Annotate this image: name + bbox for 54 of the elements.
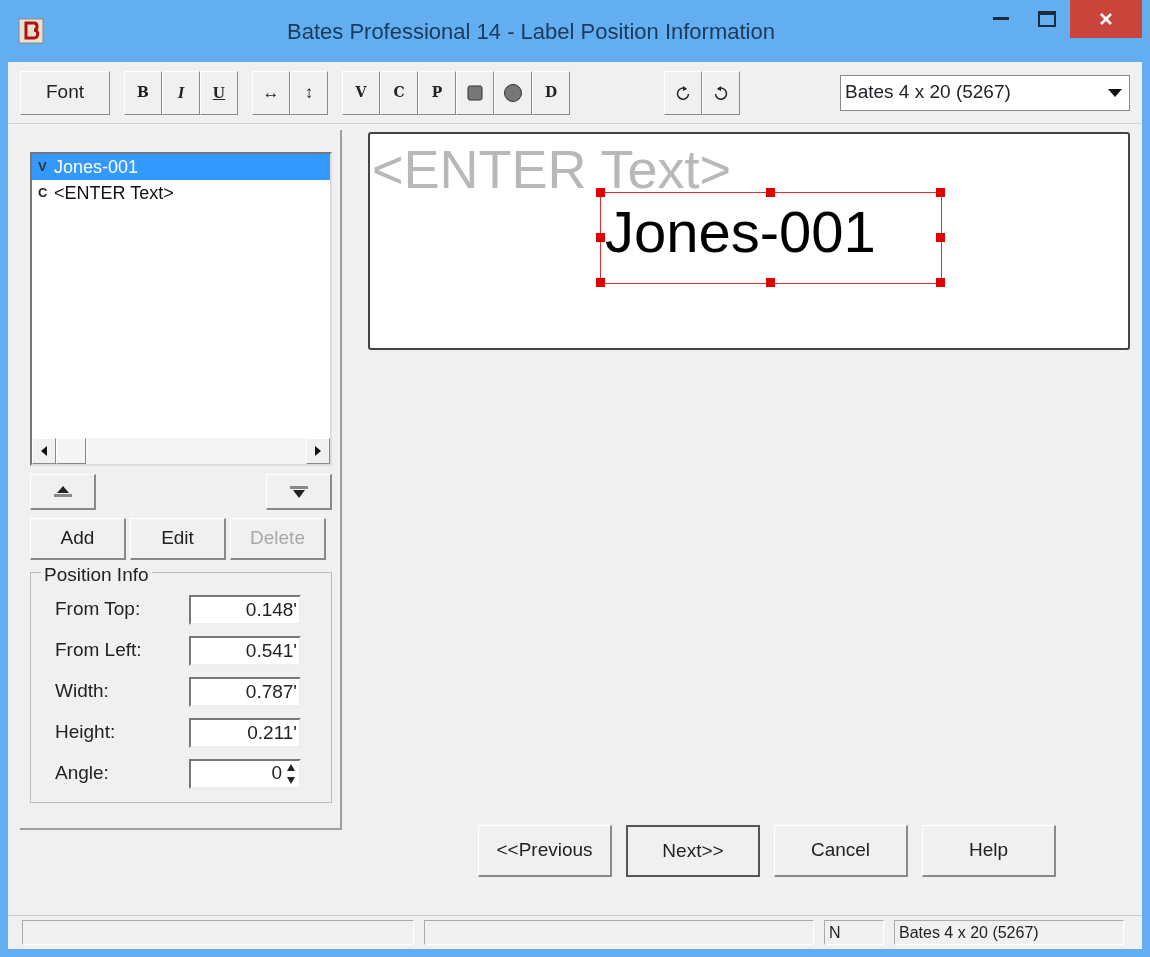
field-label: Height: xyxy=(55,720,117,745)
angle-spinner[interactable]: 0 xyxy=(189,758,301,789)
minimize-icon xyxy=(993,17,1009,21)
toolbar-button[interactable] xyxy=(456,70,494,115)
down-arrow-icon xyxy=(287,484,310,499)
fields-list[interactable]: V Jones-001 C <ENTER Text> xyxy=(30,152,332,466)
toolbar-button[interactable]: ↔ xyxy=(252,70,290,115)
dialog-button[interactable]: Help xyxy=(922,825,1056,877)
list-item[interactable]: C <ENTER Text> xyxy=(32,180,330,206)
toolbar-button[interactable]: ↕ xyxy=(290,70,328,115)
circle-icon xyxy=(503,82,523,103)
toolbar-button[interactable]: B xyxy=(124,70,162,115)
app-icon xyxy=(18,18,44,44)
scroll-right-button[interactable] xyxy=(306,438,330,464)
toolbar-button[interactable]: V xyxy=(342,70,380,115)
toolbar-button[interactable]: D xyxy=(532,70,570,115)
template-dropdown[interactable]: Bates 4 x 20 (5267) xyxy=(840,74,1130,111)
edit-button[interactable]: Edit xyxy=(130,518,226,560)
field-label: Width: xyxy=(55,679,110,704)
left-arrow-icon xyxy=(41,446,47,456)
input-field[interactable]: 0.541' xyxy=(189,635,301,666)
toolbar-button[interactable] xyxy=(494,70,532,115)
field-label: From Left: xyxy=(55,638,143,663)
add-button[interactable]: Add xyxy=(30,518,126,560)
toolbar-button[interactable] xyxy=(702,70,740,115)
toolbar-button[interactable]: C xyxy=(380,70,418,115)
dialog-button[interactable]: Cancel xyxy=(774,825,908,877)
rotate-right-icon xyxy=(676,84,690,101)
status-panel: N xyxy=(824,920,884,945)
toolbar-button[interactable] xyxy=(664,70,702,115)
move-up-button[interactable] xyxy=(30,474,96,510)
dialog-button[interactable]: Next>> xyxy=(626,825,760,877)
scrollbar-thumb[interactable] xyxy=(56,438,86,464)
dialog-button[interactable]: <<Previous xyxy=(478,825,612,877)
square-icon xyxy=(467,84,483,101)
underline-button[interactable]: U xyxy=(200,70,238,115)
field-label: From Top: xyxy=(55,597,142,622)
toolbar-button[interactable]: P xyxy=(418,70,456,115)
maximize-icon xyxy=(1038,11,1056,27)
rotate-left-icon xyxy=(714,84,728,101)
italic-button[interactable]: I xyxy=(162,70,200,115)
input-field[interactable]: 0.148' xyxy=(189,594,301,625)
status-panel: Bates 4 x 20 (5267) xyxy=(894,920,1124,945)
close-icon xyxy=(1099,12,1113,26)
list-item[interactable]: V Jones-001 xyxy=(32,154,330,180)
right-arrow-icon xyxy=(315,446,321,456)
toolbar-button[interactable]: Font xyxy=(20,70,110,115)
move-down-button[interactable] xyxy=(266,474,332,510)
scroll-left-button[interactable] xyxy=(32,438,56,464)
window-title: Bates Professional 14 - Label Position Information xyxy=(286,17,776,46)
input-field[interactable]: 0.211' xyxy=(189,717,301,748)
up-arrow-icon xyxy=(51,484,74,499)
field-label: Angle: xyxy=(55,761,110,786)
input-field[interactable]: 0.787' xyxy=(189,676,301,707)
